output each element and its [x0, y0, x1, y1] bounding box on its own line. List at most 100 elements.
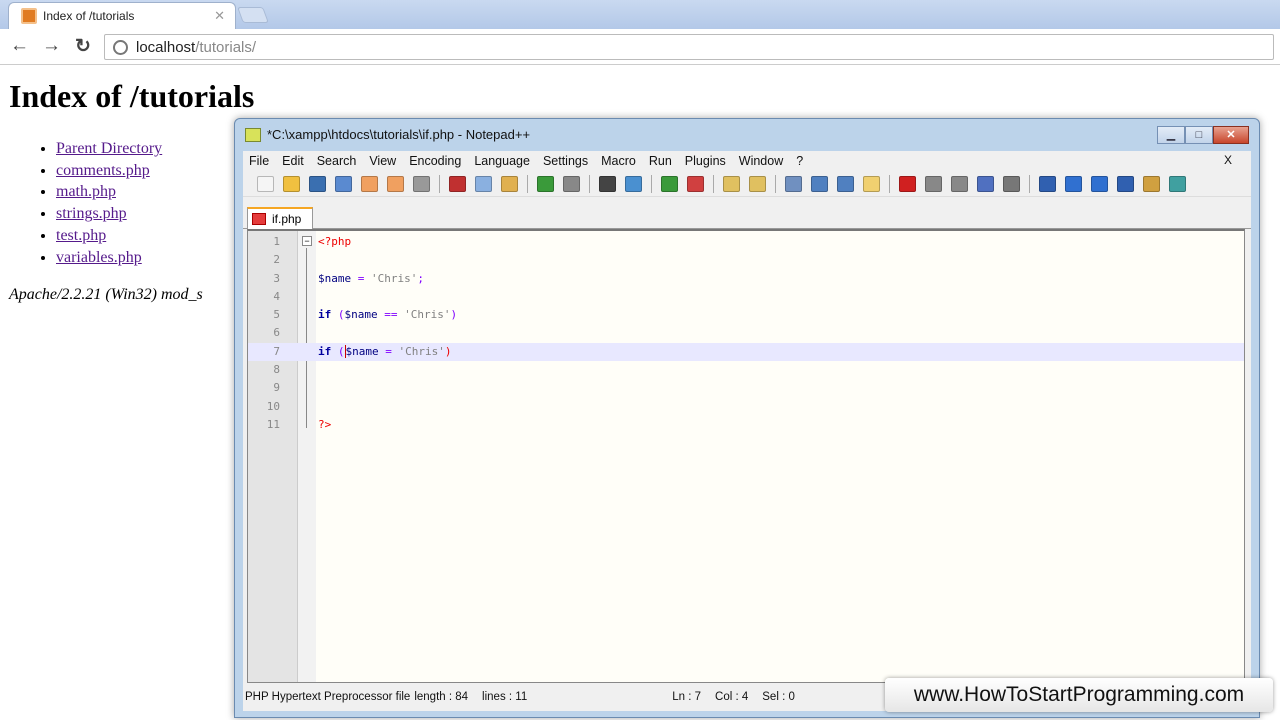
toolbar-separator	[439, 174, 440, 193]
down-icon[interactable]	[1091, 175, 1108, 192]
close-icon[interactable]	[361, 175, 378, 192]
status-file-type: PHP Hypertext Preprocessor file	[245, 691, 411, 703]
code-token: )	[444, 344, 452, 358]
open-icon[interactable]	[283, 175, 300, 192]
menu-run[interactable]: Run	[649, 154, 672, 168]
summary-icon[interactable]	[1117, 175, 1134, 192]
code-token: =	[378, 344, 399, 358]
menu-plugins[interactable]: Plugins	[685, 154, 726, 168]
menu-edit[interactable]: Edit	[282, 154, 304, 168]
menu-search[interactable]: Search	[317, 154, 357, 168]
close-document-button[interactable]: X	[1224, 153, 1232, 167]
indent-guide-icon[interactable]	[837, 175, 854, 192]
udl-icon[interactable]	[863, 175, 880, 192]
menu-macro[interactable]: Macro	[601, 154, 636, 168]
minimize-button[interactable]: ▁	[1157, 126, 1185, 144]
globe-icon	[113, 39, 128, 55]
sync-v-icon[interactable]	[723, 175, 740, 192]
zoom-in-icon[interactable]	[661, 175, 678, 192]
code-line: 9	[248, 379, 1244, 397]
link-file[interactable]: strings.php	[56, 205, 127, 222]
save-macro-icon[interactable]	[1003, 175, 1020, 192]
link-file[interactable]: test.php	[56, 227, 106, 244]
redo-icon[interactable]	[563, 175, 580, 192]
code-token: 'Chris'	[404, 308, 451, 322]
toolbar-separator	[1029, 174, 1030, 193]
monitor-icon[interactable]	[1143, 175, 1160, 192]
window-title: *C:\xampp\htdocs\tutorials\if.php - Note…	[267, 127, 531, 142]
save-all-icon[interactable]	[335, 175, 352, 192]
status-lines: lines : 11	[482, 691, 528, 703]
code-line: 2	[248, 251, 1244, 269]
link-file[interactable]: math.php	[56, 183, 116, 200]
undo-icon[interactable]	[537, 175, 554, 192]
link-file[interactable]: comments.php	[56, 162, 150, 179]
code-editor[interactable]: − 1 <?php 2 3 $name = 'Chris'; 4 5 if ($nam…	[247, 229, 1245, 683]
find-icon[interactable]	[599, 175, 616, 192]
copy-icon[interactable]	[475, 175, 492, 192]
close-tab-icon[interactable]: ✕	[214, 8, 225, 24]
fold-icon[interactable]	[1039, 175, 1056, 192]
line-number: 3	[273, 271, 280, 285]
print-icon[interactable]	[413, 175, 430, 192]
code-token: (	[331, 308, 345, 322]
line-number: 9	[273, 381, 280, 395]
new-file-icon[interactable]	[257, 175, 274, 192]
code-token: ;	[417, 271, 424, 285]
line-number: 5	[273, 308, 280, 322]
menu-language[interactable]: Language	[474, 154, 530, 168]
link-parent-directory[interactable]: Parent Directory	[56, 140, 162, 157]
back-icon[interactable]: ←	[10, 35, 29, 57]
replace-icon[interactable]	[625, 175, 642, 192]
paste-icon[interactable]	[501, 175, 518, 192]
line-number: 11	[266, 417, 280, 431]
url-input[interactable]: localhost/tutorials/	[104, 34, 1274, 60]
watermark: www.HowToStartProgramming.com	[885, 678, 1273, 712]
play-icon[interactable]	[951, 175, 968, 192]
all-chars-icon[interactable]	[811, 175, 828, 192]
toolbar-separator	[589, 174, 590, 193]
spell-icon[interactable]	[1169, 175, 1186, 192]
code-token: (	[331, 344, 346, 358]
code-token: 'Chris'	[371, 271, 418, 285]
play-multi-icon[interactable]	[977, 175, 994, 192]
cut-icon[interactable]	[449, 175, 466, 192]
close-all-icon[interactable]	[387, 175, 404, 192]
menu-help[interactable]: ?	[796, 154, 803, 168]
browser-tab[interactable]: Index of /tutorials ✕	[8, 2, 236, 29]
wrap-icon[interactable]	[785, 175, 802, 192]
code-token: $name	[344, 308, 378, 322]
close-window-button[interactable]: ✕	[1213, 126, 1249, 144]
current-code-line: 7 if ($name = 'Chris')	[248, 342, 1244, 362]
menu-settings[interactable]: Settings	[543, 154, 588, 168]
toolbar-separator	[527, 174, 528, 193]
record-icon[interactable]	[899, 175, 916, 192]
url-host: localhost	[136, 38, 196, 56]
window-title-bar: *C:\xampp\htdocs\tutorials\if.php - Note…	[245, 127, 530, 142]
menu-view[interactable]: View	[369, 154, 396, 168]
save-icon[interactable]	[309, 175, 326, 192]
code-token: =	[351, 271, 371, 285]
maximize-button[interactable]: □	[1185, 126, 1213, 144]
up-icon[interactable]	[1065, 175, 1082, 192]
file-list: Parent Directory comments.php math.php s…	[56, 138, 162, 268]
code-line: 8	[248, 361, 1244, 379]
line-number: 10	[266, 399, 280, 413]
forward-icon[interactable]: →	[42, 35, 61, 57]
stop-icon[interactable]	[925, 175, 942, 192]
reload-icon[interactable]: ↻	[75, 35, 91, 58]
menu-encoding[interactable]: Encoding	[409, 154, 461, 168]
menu-window[interactable]: Window	[739, 154, 783, 168]
xampp-favicon-icon	[21, 8, 37, 24]
sync-h-icon[interactable]	[749, 175, 766, 192]
link-file[interactable]: variables.php	[56, 249, 142, 266]
code-token: )	[450, 308, 458, 322]
browser-tab-bar: Index of /tutorials ✕	[0, 0, 1280, 29]
tab-if-php[interactable]: if.php	[247, 207, 313, 229]
status-col: Col : 4	[715, 691, 749, 703]
zoom-out-icon[interactable]	[687, 175, 704, 192]
server-signature: Apache/2.2.21 (Win32) mod_s	[9, 286, 203, 303]
menu-file[interactable]: File	[249, 154, 269, 168]
new-tab-button[interactable]	[237, 7, 269, 23]
code-line: 10	[248, 398, 1244, 416]
